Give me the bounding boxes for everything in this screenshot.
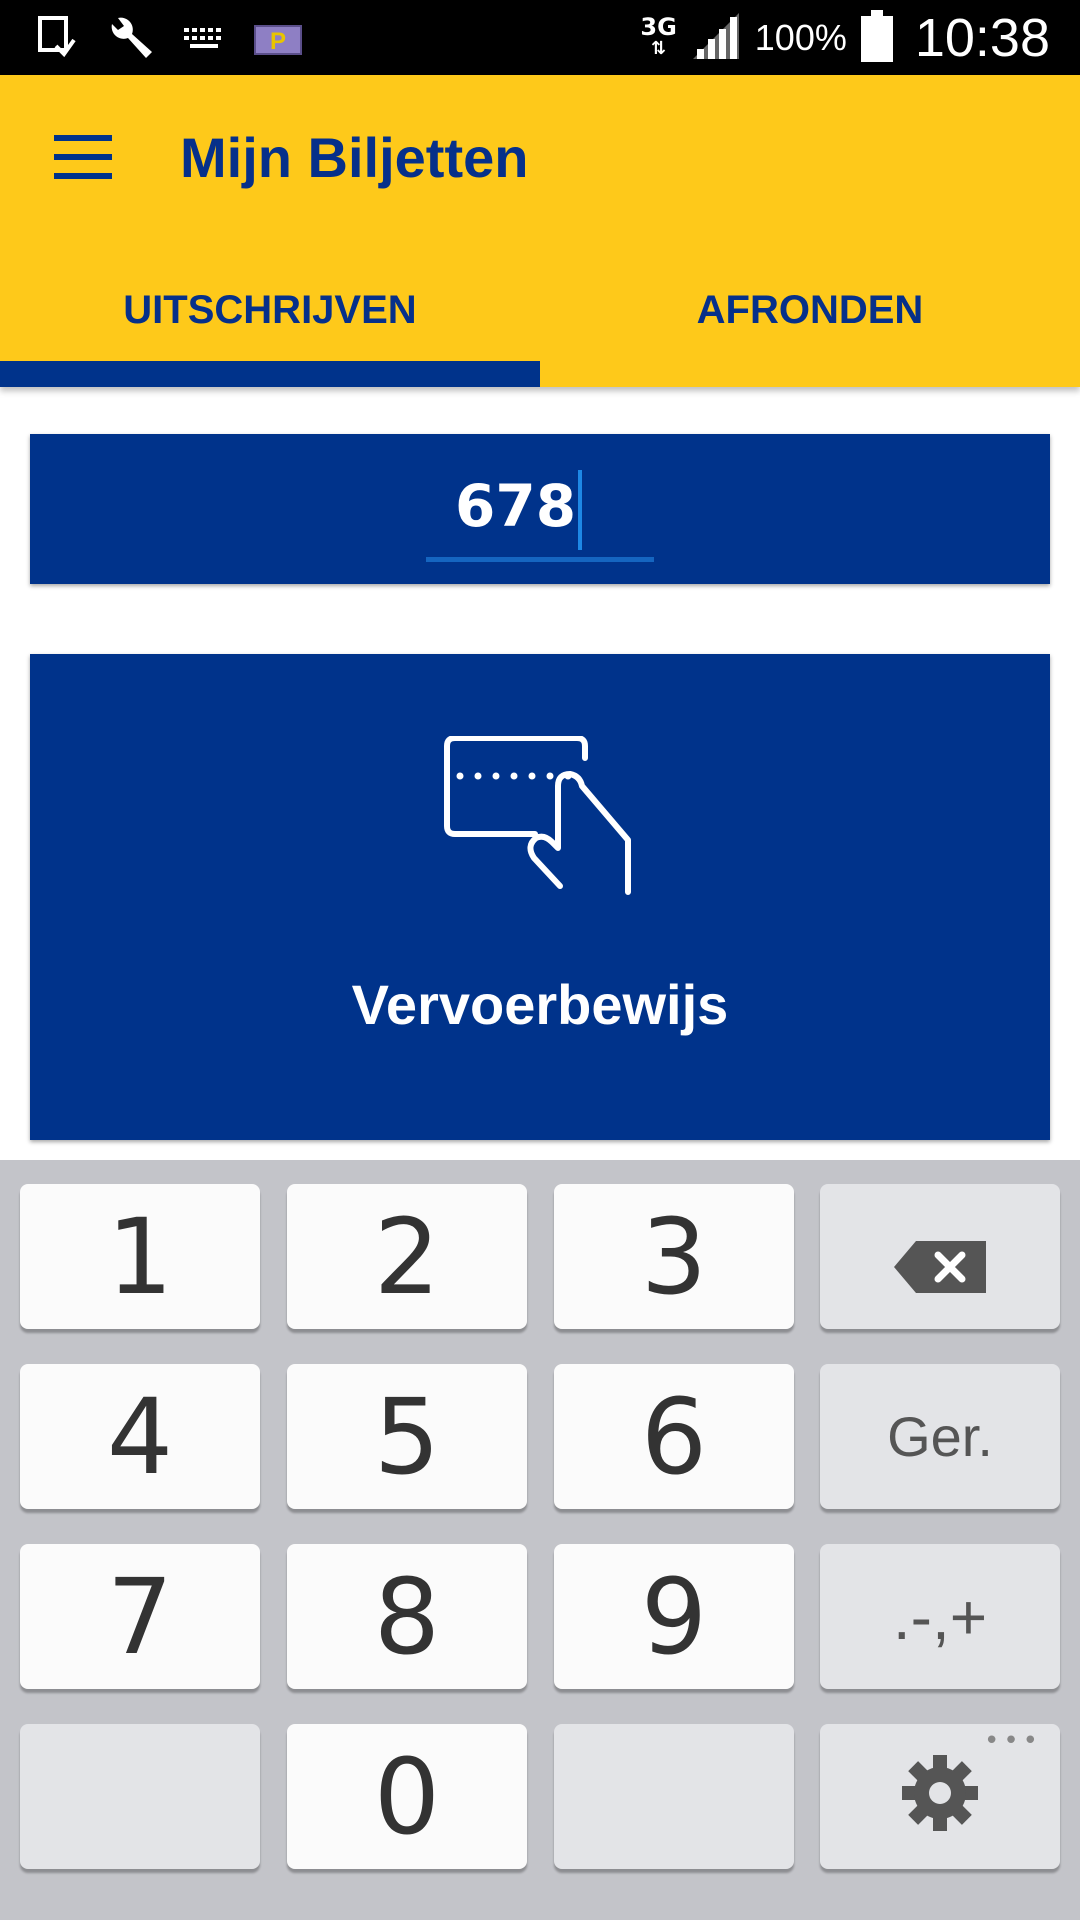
- tab-indicator: [0, 361, 540, 387]
- blank-key-left[interactable]: [20, 1724, 260, 1869]
- number-input-card: 678: [30, 434, 1050, 584]
- parking-icon: P: [254, 25, 302, 55]
- key-2[interactable]: 2: [287, 1184, 527, 1329]
- text-caret: [578, 469, 583, 550]
- backspace-icon: [894, 1205, 986, 1309]
- wrench-icon: [106, 14, 154, 66]
- keyboard-icon: [184, 26, 224, 54]
- key-5[interactable]: 5: [287, 1364, 527, 1509]
- card-tap-icon: [440, 735, 640, 896]
- screenshot-icon: [38, 16, 76, 64]
- key-8[interactable]: 8: [287, 1544, 527, 1689]
- network-type: 3G: [640, 12, 677, 41]
- settings-key[interactable]: [820, 1724, 1060, 1869]
- battery-icon: [860, 9, 893, 66]
- key-1[interactable]: 1: [20, 1184, 260, 1329]
- vervoerbewijs-button[interactable]: Vervoerbewijs: [30, 654, 1050, 1140]
- blank-key-right[interactable]: [554, 1724, 794, 1869]
- numeric-keyboard: 1 2 3 4 5 6 Ger. 7 8 9 .-,+ 0: [0, 1160, 1080, 1920]
- backspace-key[interactable]: [820, 1184, 1060, 1329]
- status-bar: P 3G ⇅ 100% 10:38: [0, 0, 1080, 75]
- battery-percent: 100%: [754, 16, 847, 58]
- key-7[interactable]: 7: [20, 1544, 260, 1689]
- page-title: Mijn Biljetten: [180, 126, 529, 189]
- tab-label: UITSCHRIJVEN: [123, 288, 417, 332]
- key-9[interactable]: 9: [554, 1544, 794, 1689]
- key-6[interactable]: 6: [554, 1364, 794, 1509]
- tab-label: AFRONDEN: [696, 288, 924, 332]
- key-4[interactable]: 4: [20, 1364, 260, 1509]
- network-indicator: 3G ⇅: [640, 12, 677, 59]
- clock: 10:38: [914, 7, 1050, 68]
- done-key[interactable]: Ger.: [820, 1364, 1060, 1509]
- app-bar: Mijn Biljetten UITSCHRIJVEN AFRONDEN: [0, 75, 1080, 387]
- gear-icon: [900, 1745, 980, 1849]
- hamburger-menu-icon[interactable]: [54, 135, 114, 179]
- vervoerbewijs-label: Vervoerbewijs: [351, 973, 729, 1036]
- number-input-value: 678: [455, 472, 577, 540]
- tab-afronden[interactable]: AFRONDEN: [540, 275, 1080, 387]
- key-3[interactable]: 3: [554, 1184, 794, 1329]
- number-input[interactable]: 678: [455, 464, 583, 550]
- signal-icon: [691, 11, 741, 65]
- key-0[interactable]: 0: [287, 1724, 527, 1869]
- input-underline: [426, 557, 654, 562]
- symbols-key[interactable]: .-,+: [820, 1544, 1060, 1689]
